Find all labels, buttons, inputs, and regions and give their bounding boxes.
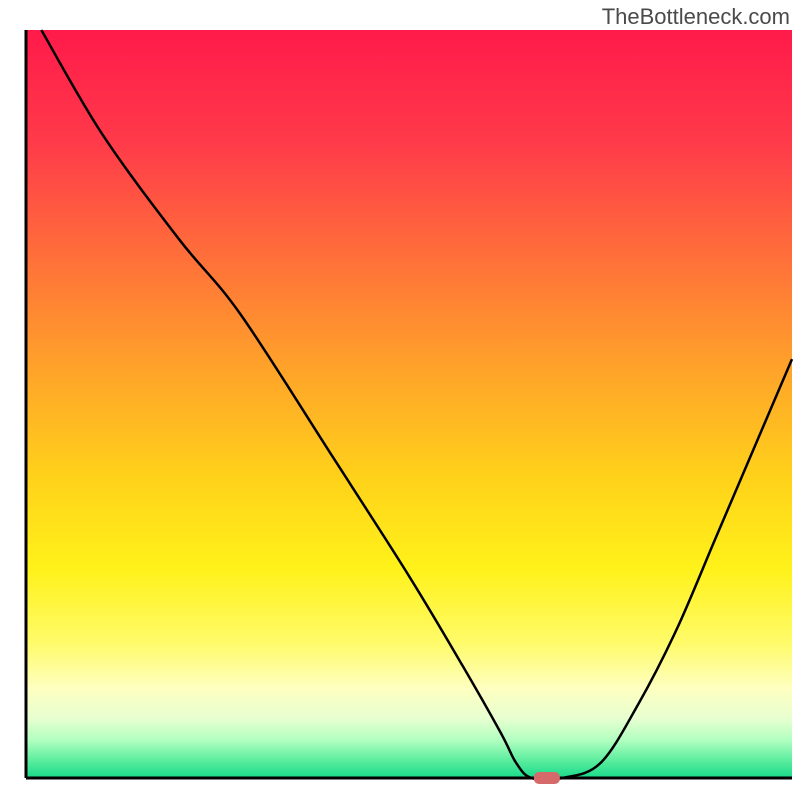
chart-container: TheBottleneck.com [0,0,800,800]
optimal-marker [534,772,560,784]
watermark-text: TheBottleneck.com [602,4,790,30]
bottleneck-chart [0,0,800,800]
plot-background [26,30,792,778]
